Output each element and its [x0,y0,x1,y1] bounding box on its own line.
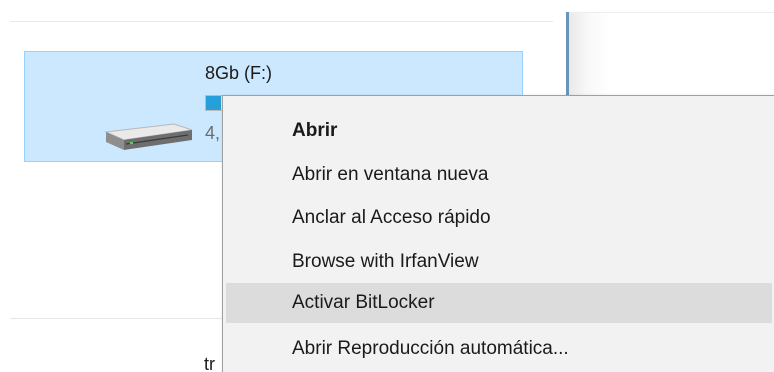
menu-item-open-new-window[interactable]: Abrir en ventana nueva [226,155,772,195]
screen: 8Gb (F:) 4, tr Abrir Abrir en ventana nu… [0,0,774,372]
group-divider-bottom [10,318,225,319]
context-menu: Abrir Abrir en ventana nueva Anclar al A… [222,95,774,372]
drive-free-space: 4, [205,123,221,143]
menu-item-browse-irfanview[interactable]: Browse with IrfanView [226,242,772,282]
menu-item-activate-bitlocker[interactable]: Activar BitLocker [226,283,772,323]
hard-drive-icon [104,123,193,150]
drive-name: 8Gb (F:) [205,63,273,83]
capacity-bar-fill [206,96,221,110]
menu-item-pin-quick-access[interactable]: Anclar al Acceso rápido [226,198,772,238]
partial-item-label: tr [204,354,215,372]
menu-item-autoplay[interactable]: Abrir Reproducción automática... [226,329,772,369]
window-top-edge [569,12,774,13]
group-divider [10,21,553,22]
menu-item-abrir[interactable]: Abrir [226,111,772,151]
